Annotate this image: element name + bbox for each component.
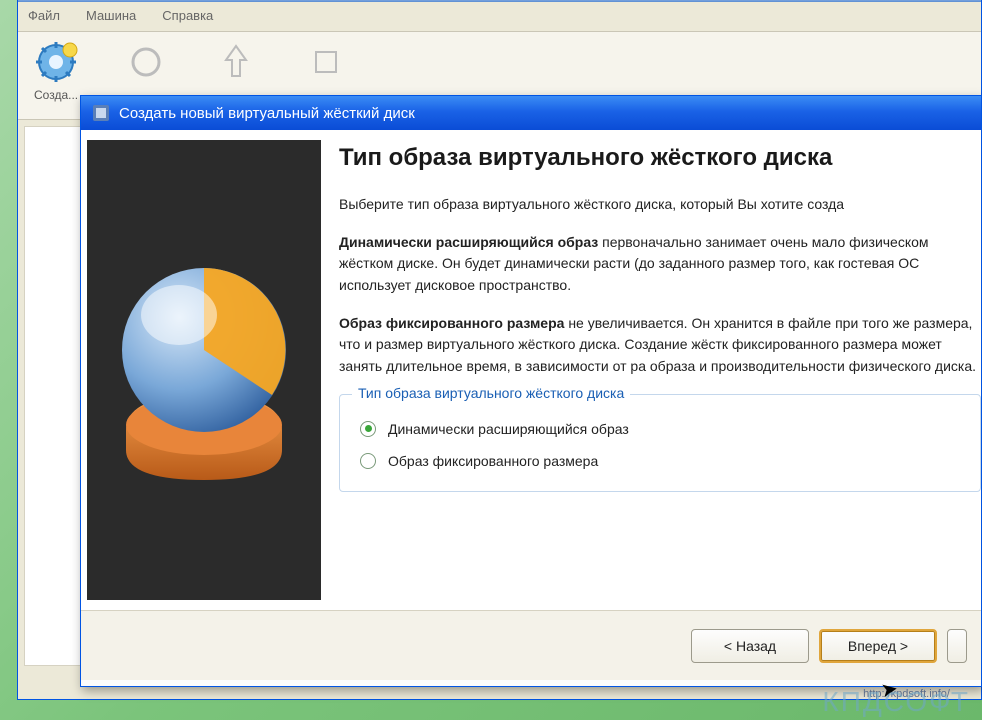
wizard-side-image (87, 140, 321, 600)
group-legend: Тип образа виртуального жёсткого диска (352, 385, 630, 401)
fixed-desc: Образ фиксированного размера не увеличив… (339, 313, 981, 378)
arrow-icon (214, 40, 258, 84)
dynamic-bold: Динамически расширяющийся образ (339, 234, 598, 250)
toolbar-item-4[interactable] (304, 40, 348, 88)
cancel-button-partial[interactable] (947, 629, 967, 663)
wizard-footer: < Назад Вперед > (81, 610, 981, 680)
watermark: КПДСОФТ (822, 686, 970, 718)
page-heading: Тип образа виртуального жёсткого диска (339, 144, 981, 172)
radio-icon (360, 453, 376, 469)
toolbar-create-label: Созда... (34, 88, 78, 102)
toolbar-item-2[interactable] (124, 40, 168, 88)
menu-help[interactable]: Справка (162, 8, 213, 23)
radio-dynamic[interactable]: Динамически расширяющийся образ (360, 413, 960, 445)
menu-machine[interactable]: Машина (86, 8, 136, 23)
radio-icon (360, 421, 376, 437)
next-button[interactable]: Вперед > (819, 629, 937, 663)
wizard-main: Тип образа виртуального жёсткого диска В… (321, 130, 981, 610)
wizard-titlebar[interactable]: Создать новый виртуальный жёсткий диск (81, 96, 981, 130)
wizard-dialog: Создать новый виртуальный жёсткий диск (80, 95, 982, 687)
wizard-body: Тип образа виртуального жёсткого диска В… (81, 130, 981, 610)
menu-file[interactable]: Файл (28, 8, 60, 23)
radio-fixed[interactable]: Образ фиксированного размера (360, 445, 960, 477)
disk-icon (91, 103, 111, 123)
radio-fixed-label: Образ фиксированного размера (388, 453, 598, 469)
menu-bar: Файл Машина Справка (18, 2, 981, 32)
disk-type-group: Тип образа виртуального жёсткого диска Д… (339, 394, 981, 492)
dynamic-desc: Динамически расширяющийся образ первонач… (339, 232, 981, 297)
back-button[interactable]: < Назад (691, 629, 809, 663)
square-icon (304, 40, 348, 84)
wizard-title: Создать новый виртуальный жёсткий диск (119, 105, 415, 122)
toolbar-item-3[interactable] (214, 40, 258, 88)
toolbar-create[interactable]: Созда... (34, 40, 78, 102)
fixed-bold: Образ фиксированного размера (339, 315, 564, 331)
gear-new-icon (34, 40, 78, 84)
radio-dynamic-label: Динамически расширяющийся образ (388, 421, 629, 437)
intro-text: Выберите тип образа виртуального жёстког… (339, 194, 981, 216)
gear-icon (124, 40, 168, 84)
